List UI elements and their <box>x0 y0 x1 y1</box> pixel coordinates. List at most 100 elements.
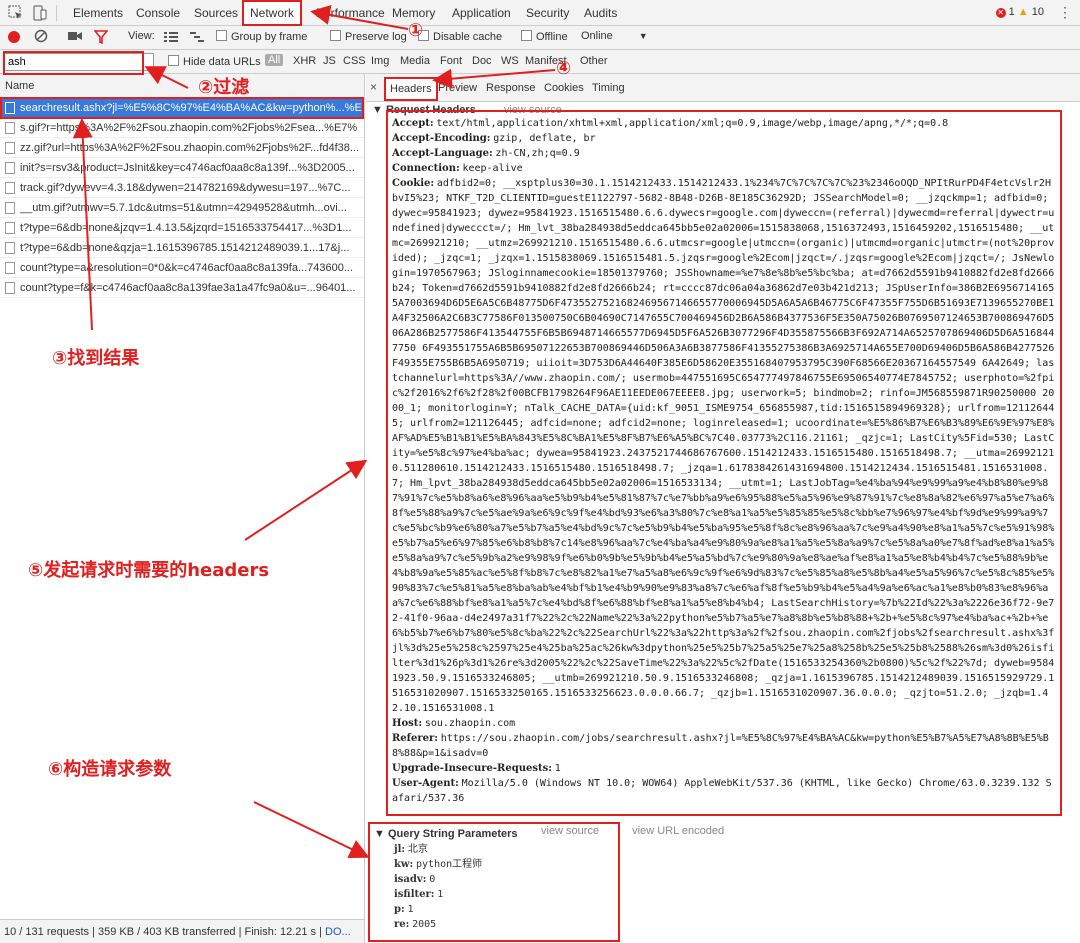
request-row[interactable]: count?type=a&resolution=0*0&k=c4746acf0a… <box>0 258 364 278</box>
capture-screenshots-icon[interactable] <box>68 30 82 45</box>
request-name: s.gif?r=https%3A%2F%2Fsou.zhaopin.com%2F… <box>20 122 358 134</box>
query-param-value: 1 <box>407 904 414 915</box>
query-param-value: 1 <box>437 889 444 900</box>
hide-data-urls-checkbox[interactable]: Hide data URLs <box>168 55 261 68</box>
tab-cookies[interactable]: Cookies <box>544 82 584 94</box>
filter-type-doc[interactable]: Doc <box>472 55 492 67</box>
file-icon <box>5 142 15 154</box>
tab-response[interactable]: Response <box>486 82 536 94</box>
query-param-row: isfilter: 1 <box>374 887 612 902</box>
qs-view-source-link[interactable]: view source <box>541 825 599 837</box>
tab-performance[interactable]: Performance <box>310 0 391 26</box>
request-name: t?type=6&db=none&qzja=1.1615396785.15142… <box>20 242 350 254</box>
inspect-element-icon[interactable] <box>8 5 24 21</box>
file-icon <box>5 202 15 214</box>
tab-audits[interactable]: Audits <box>578 0 623 26</box>
request-row[interactable]: init?s=rsv3&product=JsInit&key=c4746acf0… <box>0 158 364 178</box>
request-name: count?type=f&k=c4746acf0aa8c8a139fae3a1a… <box>20 282 356 294</box>
request-name: track.gif?dywevv=4.3.18&dywen=214782169&… <box>20 182 351 194</box>
query-param-row: kw: python工程师 <box>374 857 612 872</box>
device-toolbar-icon[interactable] <box>32 5 48 21</box>
filter-type-other[interactable]: Other <box>580 55 608 67</box>
header-value: text/html,application/xhtml+xml,applicat… <box>436 118 949 129</box>
query-param-key: re: <box>394 919 410 930</box>
disable-cache-checkbox[interactable]: Disable cache <box>418 30 502 43</box>
throttling-select[interactable]: Online ▼ <box>581 30 648 42</box>
tab-security[interactable]: Security <box>520 0 575 26</box>
request-row[interactable]: s.gif?r=https%3A%2F%2Fsou.zhaopin.com%2F… <box>0 118 364 138</box>
query-string-links: view source view URL encoded <box>541 825 724 837</box>
filter-type-ws[interactable]: WS <box>501 55 519 67</box>
header-key: User-Agent: <box>392 778 459 789</box>
filter-type-css[interactable]: CSS <box>343 55 366 67</box>
annotation-5: ⑤发起请求时需要的headers <box>28 560 270 581</box>
file-icon <box>5 122 15 134</box>
filter-type-media[interactable]: Media <box>400 55 430 67</box>
tab-application[interactable]: Application <box>446 0 517 26</box>
large-rows-icon[interactable] <box>164 31 178 46</box>
header-row: Accept-Language: zh-CN,zh;q=0.9 <box>392 146 1056 161</box>
name-column-header[interactable]: Name <box>0 74 364 98</box>
header-row: Connection: keep-alive <box>392 161 1056 176</box>
record-icon[interactable] <box>8 31 20 43</box>
header-value: Mozilla/5.0 (Windows NT 10.0; WOW64) App… <box>392 778 1052 804</box>
tab-console[interactable]: Console <box>130 0 186 26</box>
filter-type-js[interactable]: JS <box>323 55 336 67</box>
header-value: keep-alive <box>462 163 523 174</box>
summary-text: 10 / 131 requests | 359 KB / 403 KB tran… <box>4 926 322 938</box>
warning-icon: ▲ <box>1017 6 1029 18</box>
group-by-frame-checkbox[interactable]: Group by frame <box>216 30 307 43</box>
header-key: Accept-Encoding: <box>392 133 491 144</box>
header-value: adfbid2=0; __xsptplus30=30.1.1514212433.… <box>392 178 1055 714</box>
preserve-log-label: Preserve log <box>345 31 407 43</box>
result-highlight-box <box>0 97 364 119</box>
domcontentloaded-link[interactable]: DO... <box>325 926 351 938</box>
offline-label: Offline <box>536 31 568 43</box>
tab-timing[interactable]: Timing <box>592 82 625 94</box>
offline-checkbox[interactable]: Offline <box>521 30 568 43</box>
tab-network[interactable]: Network <box>242 0 303 26</box>
filter-highlight-box <box>3 51 144 75</box>
preserve-log-checkbox[interactable]: Preserve log <box>330 30 407 43</box>
request-row[interactable]: zz.gif?url=https%3A%2F%2Fsou.zhaopin.com… <box>0 138 364 158</box>
more-options-icon[interactable]: ⋮ <box>1058 4 1072 21</box>
query-string-list: jl: 北京 kw: python工程师 isadv: 0 isfilter: 1 p:… <box>374 842 612 932</box>
query-param-value: 2005 <box>412 919 437 930</box>
request-list: searchresult.ashx?jl=%E5%8C%97%E4%BA%AC&… <box>0 98 364 298</box>
header-row: Upgrade-Insecure-Requests: 1 <box>392 761 1056 776</box>
tab-preview[interactable]: Preview <box>438 82 477 94</box>
request-row[interactable]: __utm.gif?utmwv=5.7.1dc&utms=51&utmn=429… <box>0 198 364 218</box>
request-row[interactable]: count?type=f&k=c4746acf0aa8c8a139fae3a1a… <box>0 278 364 298</box>
request-row[interactable]: track.gif?dywevv=4.3.18&dywen=214782169&… <box>0 178 364 198</box>
filter-bar: Hide data URLs All XHR JS CSS Img Media … <box>0 50 1080 74</box>
tab-headers[interactable]: Headers <box>384 77 438 101</box>
qs-view-url-encoded-link[interactable]: view URL encoded <box>632 825 724 837</box>
request-headers-section: ▼ Request Headers view source Accept: tex… <box>366 102 1080 816</box>
hide-data-urls-label: Hide data URLs <box>183 56 261 68</box>
waterfall-overview-icon[interactable] <box>190 31 204 46</box>
header-key: Accept: <box>392 118 434 129</box>
close-icon[interactable]: × <box>370 80 377 94</box>
header-key: Accept-Language: <box>392 148 493 159</box>
throttling-value: Online <box>581 30 613 42</box>
filter-type-all[interactable]: All <box>265 54 284 66</box>
header-value: 1 <box>554 763 561 774</box>
header-key: Cookie: <box>392 178 435 189</box>
filter-type-font[interactable]: Font <box>440 55 462 67</box>
filter-icon[interactable] <box>93 30 109 47</box>
query-string-section: ▼ Query String Parameters jl: 北京 kw: pyth… <box>366 822 1080 943</box>
request-row[interactable]: t?type=6&db=none&qzja=1.1615396785.15142… <box>0 238 364 258</box>
console-error-warning-counter[interactable]: ✕ 1 ▲ 10 <box>995 6 1044 18</box>
filter-type-img[interactable]: Img <box>371 55 389 67</box>
header-value: sou.zhaopin.com <box>424 718 516 729</box>
header-row: Accept: text/html,application/xhtml+xml,… <box>392 116 1056 131</box>
clear-icon[interactable] <box>34 29 48 46</box>
tab-sources[interactable]: Sources <box>188 0 244 26</box>
filter-type-xhr[interactable]: XHR <box>293 55 316 67</box>
header-row: Cookie: adfbid2=0; __xsptplus30=30.1.151… <box>392 176 1056 716</box>
request-name: __utm.gif?utmwv=5.7.1dc&utms=51&utmn=429… <box>20 202 347 214</box>
request-row[interactable]: t?type=6&db=none&jzqv=1.4.13.5&jzqrd=151… <box>0 218 364 238</box>
header-value: https://sou.zhaopin.com/jobs/searchresul… <box>392 733 1049 759</box>
file-icon <box>5 162 15 174</box>
tab-elements[interactable]: Elements <box>67 0 129 26</box>
